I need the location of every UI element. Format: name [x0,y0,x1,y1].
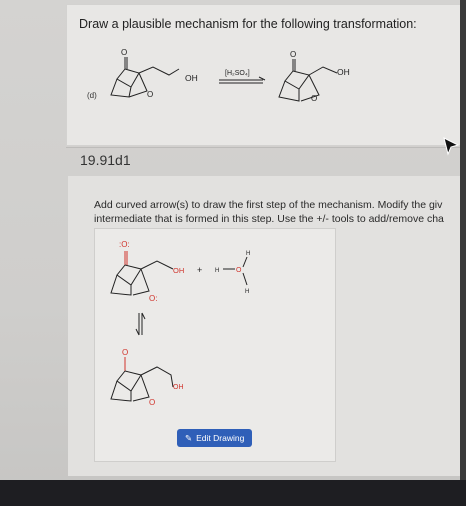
top-ring-o: O: [149,294,157,303]
equilibrium-arrow-icon [135,312,146,336]
top-oh: OH [173,266,184,275]
question-card: Add curved arrow(s) to draw the first st… [68,176,460,476]
edit-drawing-label: Edit Drawing [196,433,245,443]
hydronium-h-left: H [215,268,219,274]
hydronium-structure [223,256,248,286]
reaction-scheme: O O OH [H₂SO₄] O O OH [110,48,350,103]
top-carbonyl-o: :O: [119,240,130,249]
reaction-arrow [219,76,266,84]
product-ketone-o: O [290,50,296,59]
reactant-ketone-o: O [121,48,127,57]
reagent-label: [H₂SO₄] [225,70,250,77]
reactant-ring-o: O [147,90,153,99]
cursor-arrow-icon [443,137,460,156]
edit-drawing-button[interactable]: ✎ Edit Drawing [177,429,253,447]
instruction-line-1: Add curved arrow(s) to draw the first st… [94,199,443,211]
bottom-substrate-structure [110,357,174,402]
product-oh: OH [337,67,350,77]
product-ring-o: O [311,94,317,103]
bottom-carbonyl-o: O [122,348,128,357]
question-id: 19.91d1 [80,152,131,168]
instruction-line-2: intermediate that is formed in this step… [94,213,444,225]
hydronium-h-top: H [246,251,250,257]
window-edge [460,0,466,506]
hydronium-o: O [236,267,242,274]
instruction-text: Add curved arrow(s) to draw the first st… [94,198,464,226]
drawing-area[interactable]: :O: O: OH + H O H H O O OH ✎ Edit Drawin… [94,228,336,462]
mechanism-drawing: :O: O: OH + H O H H O O OH [110,240,250,407]
hydronium-h-bottom: H [245,289,249,295]
taskbar [0,480,466,506]
section-divider [66,147,460,148]
bottom-ring-o: O [149,398,155,407]
top-substrate-structure [110,251,174,296]
reactant-structure [110,57,180,98]
product-structure [278,59,338,102]
reactant-oh: OH [185,73,198,83]
bottom-oh: OH [173,384,184,391]
plus-sign: + [197,265,202,275]
problem-card: Draw a plausible mechanism for the follo… [66,4,462,146]
pencil-icon: ✎ [185,432,193,443]
